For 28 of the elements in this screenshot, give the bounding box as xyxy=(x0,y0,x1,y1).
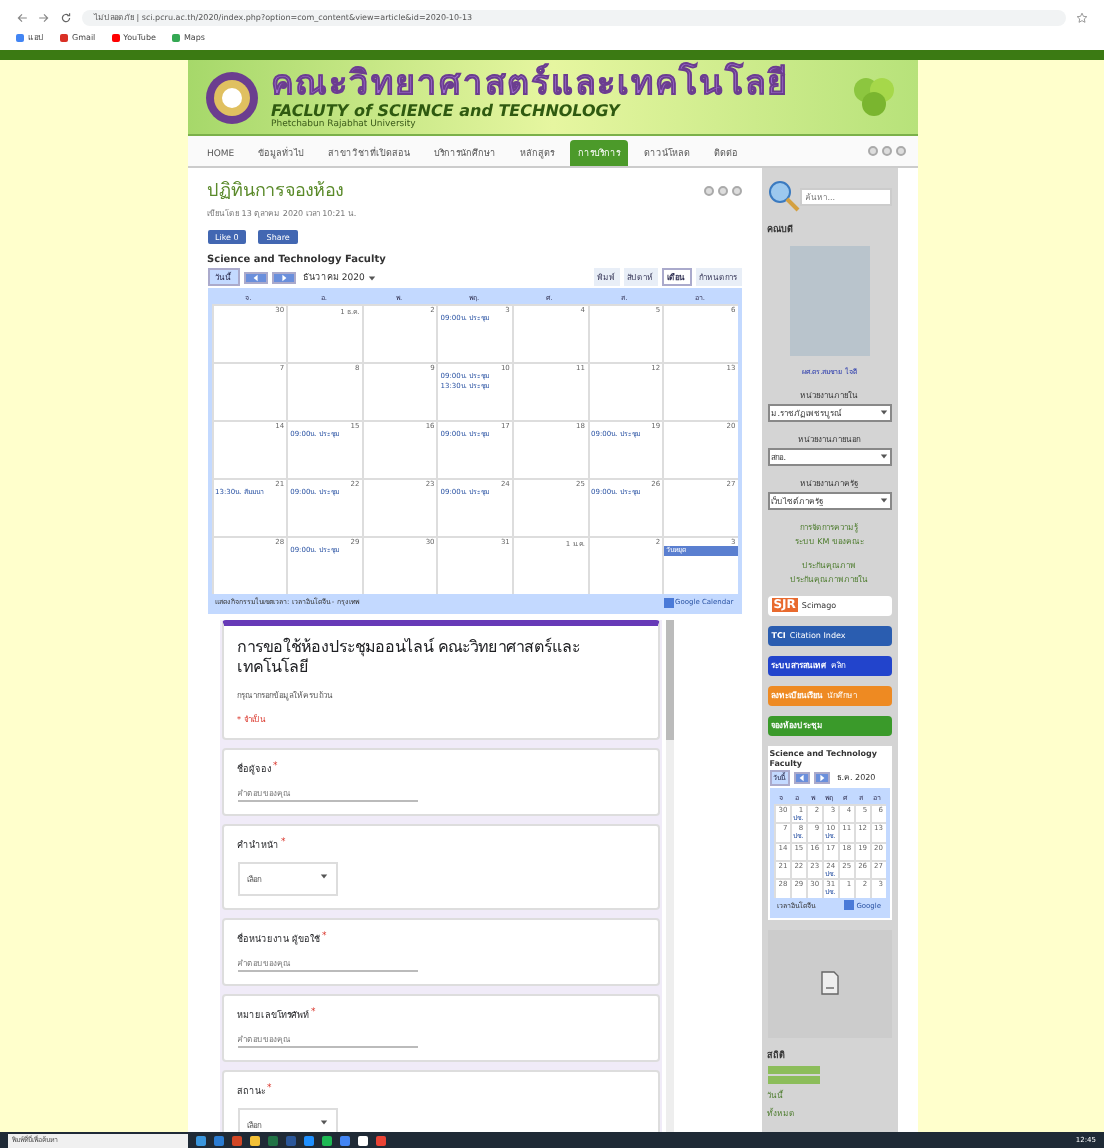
next-button[interactable] xyxy=(813,771,830,783)
emblem-icon xyxy=(203,69,259,125)
counter-bars-icon xyxy=(767,1066,820,1084)
photo-placeholder xyxy=(789,246,870,355)
caret-icon[interactable] xyxy=(368,273,377,281)
left-arrow-icon xyxy=(251,273,259,281)
reload-icon[interactable] xyxy=(60,11,72,23)
caret-icon xyxy=(879,452,888,460)
article-title: ปฏิทินการจองห้อง xyxy=(207,179,343,204)
scrollbar[interactable] xyxy=(665,620,674,1132)
previous-button[interactable] xyxy=(793,771,810,783)
right-arrow-icon xyxy=(279,273,287,281)
caret-icon xyxy=(879,496,888,504)
form-title: การขอใช้ห้องประชุมออนไลน์ คณะวิทยาศาสตร์และเทคโนโลยี xyxy=(237,638,583,678)
back-arrow-icon[interactable] xyxy=(16,11,28,23)
caret-icon xyxy=(319,1118,327,1126)
caret-icon xyxy=(879,408,888,416)
broken-image-icon xyxy=(819,970,840,997)
next-button[interactable] xyxy=(271,271,295,283)
search-icon[interactable] xyxy=(767,180,800,212)
previous-button[interactable] xyxy=(243,271,267,283)
forward-arrow-icon[interactable] xyxy=(38,11,50,23)
site-subtitle: FACLUTY of SCIENCE and TECHNOLOGY xyxy=(271,101,623,119)
left-arrow-icon xyxy=(797,773,806,781)
right-arrow-icon xyxy=(817,773,826,781)
caret-icon xyxy=(319,872,327,880)
star-icon[interactable] xyxy=(1076,11,1088,23)
site-title: คณะวิทยาศาสตร์และเทคโนโลยี xyxy=(271,65,791,101)
